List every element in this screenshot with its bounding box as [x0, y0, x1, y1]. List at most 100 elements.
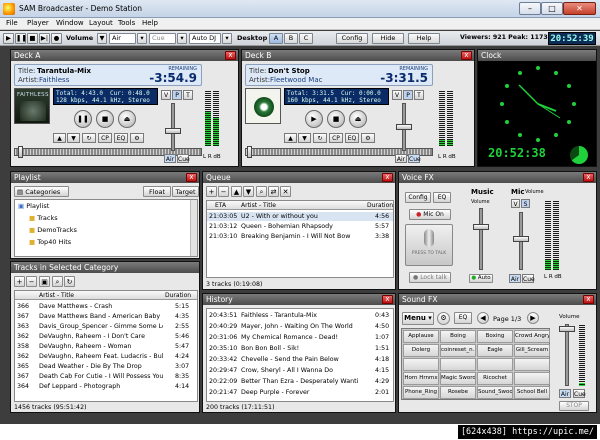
- page-back-icon[interactable]: ◀: [477, 312, 489, 324]
- pause-button[interactable]: ❚❚: [15, 33, 27, 44]
- history-row[interactable]: 20:43:51 Faithless - Tarantula-Mix 0:43: [207, 311, 393, 320]
- voicefx-air-button[interactable]: Air: [509, 274, 521, 283]
- soundfx-volume-handle[interactable]: [559, 326, 575, 332]
- playlist-close-button[interactable]: x: [186, 173, 197, 182]
- deck-a-forward-button[interactable]: ▼: [67, 133, 80, 143]
- mic-volume-handle[interactable]: [513, 236, 529, 242]
- tree-item-top40[interactable]: ■ Top40 Hits: [29, 238, 71, 246]
- deck-a-v-button[interactable]: V: [161, 90, 171, 100]
- history-row[interactable]: 20:31:06 My Chemical Romance - Dead! 1:07: [207, 333, 393, 342]
- table-row[interactable]: 358 DeVaughn, Raheem - Woman 5:47: [15, 342, 197, 351]
- soundfx-cue-button[interactable]: Cue: [573, 389, 586, 398]
- queue-shuffle-icon[interactable]: ⇄: [268, 186, 279, 197]
- soundfx-cell[interactable]: Dolerg: [403, 344, 439, 357]
- minimize-button[interactable]: –: [519, 2, 541, 15]
- categories-button[interactable]: ▤ Categories: [14, 186, 69, 197]
- deck-a-volume-track[interactable]: [171, 103, 175, 151]
- deck-b-air-button[interactable]: Air: [395, 154, 407, 163]
- deck-b-loop-button[interactable]: ↻: [313, 133, 327, 143]
- deck-a-info-button[interactable]: ⚙: [130, 133, 144, 143]
- remove-track-button[interactable]: −: [26, 276, 37, 287]
- deck-a-rewind-button[interactable]: ▲: [53, 133, 66, 143]
- history-row[interactable]: 20:33:42 Chevelle - Send the Pain Below 4:…: [207, 355, 393, 364]
- config-button[interactable]: Config: [336, 33, 368, 44]
- deck-a-seek-handle[interactable]: [18, 146, 23, 158]
- soundfx-menu-button[interactable]: Menu ▾: [402, 312, 434, 325]
- history-row[interactable]: 20:22:09 Better Than Ezra - Desperately W…: [207, 377, 393, 386]
- deck-a-stop-button[interactable]: ■: [96, 110, 114, 128]
- deck-a-cue-button[interactable]: Cue: [177, 154, 190, 163]
- deck-a-loop-button[interactable]: ↻: [82, 133, 96, 143]
- table-row[interactable]: 363 Davis_Group_Spencer - Gimme Some Lo 2:…: [15, 322, 197, 331]
- history-row[interactable]: 20:40:29 Mayer, John - Waiting On The Wor…: [207, 322, 393, 331]
- queue-remove-button[interactable]: −: [218, 186, 229, 197]
- soundfx-gear-icon[interactable]: ⚙: [437, 312, 450, 325]
- queue-row[interactable]: 21:03:05 U2 - With or without you 4:56: [207, 212, 393, 221]
- desktop-b-button[interactable]: B: [284, 33, 298, 44]
- soundfx-cell[interactable]: Applause: [403, 330, 439, 343]
- deck-b-close-button[interactable]: x: [461, 51, 472, 60]
- deck-b-info-button[interactable]: ⚙: [361, 133, 375, 143]
- soundfx-close-button[interactable]: x: [583, 295, 594, 304]
- menu-help[interactable]: Help: [142, 19, 158, 27]
- deck-a-pause-button[interactable]: ❚❚: [74, 110, 92, 128]
- tree-scrollbar[interactable]: [190, 200, 197, 256]
- queue-close-button[interactable]: x: [382, 173, 393, 182]
- mic-v-button[interactable]: V: [511, 199, 520, 208]
- play-button[interactable]: ▶: [3, 33, 14, 44]
- soundfx-eq-button[interactable]: EQ: [454, 312, 472, 324]
- table-row[interactable]: 366 Dave Matthews - Crash 5:15: [15, 302, 197, 311]
- history-row[interactable]: 20:21:47 Deep Purple - Forever 2:01: [207, 388, 393, 397]
- music-auto-button[interactable]: ● Auto: [469, 274, 493, 283]
- volume-down-button[interactable]: ▼: [97, 33, 107, 44]
- autodj-dropdown-icon[interactable]: ▾: [222, 33, 232, 44]
- soundfx-cell[interactable]: Magic Sword: [440, 372, 476, 385]
- col-queue-duration[interactable]: Duration: [367, 201, 393, 210]
- close-window-button[interactable]: ✕: [563, 2, 596, 15]
- save-icon[interactable]: ▣: [39, 276, 50, 287]
- soundfx-cell[interactable]: Sound_Swoosh: [477, 386, 513, 399]
- col-queue-artist[interactable]: Artist - Title: [241, 201, 276, 210]
- search-icon[interactable]: ⌕: [52, 276, 63, 287]
- soundfx-air-button[interactable]: Air: [559, 389, 571, 398]
- deck-b-forward-button[interactable]: ▼: [298, 133, 311, 143]
- soundfx-cell[interactable]: [477, 358, 513, 371]
- menu-tools[interactable]: Tools: [118, 19, 135, 27]
- queue-up-icon[interactable]: ▲: [231, 186, 242, 197]
- voicefx-close-button[interactable]: x: [583, 173, 594, 182]
- soundfx-stop-button[interactable]: STOP: [559, 401, 589, 411]
- soundfx-cell[interactable]: Eagle: [477, 344, 513, 357]
- record-button[interactable]: ●: [51, 33, 62, 44]
- mic-on-button[interactable]: ● Mic On: [409, 209, 451, 220]
- float-button[interactable]: Float: [143, 186, 171, 197]
- deck-b-play-button[interactable]: ▶: [305, 110, 323, 128]
- soundfx-cell[interactable]: School Bell: [514, 386, 550, 399]
- deck-a-volume-handle[interactable]: [165, 128, 181, 134]
- tree-item-tracks[interactable]: ■ Tracks: [29, 214, 58, 222]
- soundfx-cell[interactable]: [440, 358, 476, 371]
- deck-a-p-button[interactable]: P: [172, 90, 182, 100]
- voicefx-eq-button[interactable]: EQ: [433, 192, 451, 203]
- deck-b-seek-handle[interactable]: [247, 146, 252, 158]
- soundfx-cell[interactable]: coinreset_n...: [440, 344, 476, 357]
- desktop-a-button[interactable]: A: [269, 33, 283, 44]
- air-device-select[interactable]: Air: [109, 33, 136, 44]
- target-button[interactable]: Target: [172, 186, 199, 197]
- table-row[interactable]: 362 DeVaughn, Raheem Feat. Ludacris - Bul…: [15, 352, 197, 361]
- queue-row[interactable]: 21:03:10 Breaking Benjamin - I Will Not B…: [207, 232, 393, 241]
- deck-b-rewind-button[interactable]: ▲: [284, 133, 297, 143]
- deck-b-p-button[interactable]: P: [403, 90, 413, 100]
- soundfx-cell[interactable]: Boxing: [477, 330, 513, 343]
- deck-b-stop-button[interactable]: ■: [327, 110, 345, 128]
- deck-b-eq-button[interactable]: EQ: [345, 133, 359, 143]
- deck-a-close-button[interactable]: x: [225, 51, 236, 60]
- tree-item-demotracks[interactable]: ■ DemoTracks: [29, 226, 77, 234]
- soundfx-cell[interactable]: [514, 358, 550, 371]
- voicefx-config-button[interactable]: Config: [405, 192, 431, 203]
- table-row[interactable]: 362 DeVaughn, Raheem - I Don't Care 5:46: [15, 332, 197, 341]
- soundfx-cell[interactable]: Rosebe: [440, 386, 476, 399]
- deck-a-t-button[interactable]: T: [183, 90, 193, 100]
- queue-row[interactable]: 21:03:12 Queen - Bohemian Rhapsody 5:57: [207, 222, 393, 231]
- voicefx-cue-button[interactable]: Cue: [522, 274, 535, 283]
- autodj-select[interactable]: Auto DJ: [189, 33, 221, 44]
